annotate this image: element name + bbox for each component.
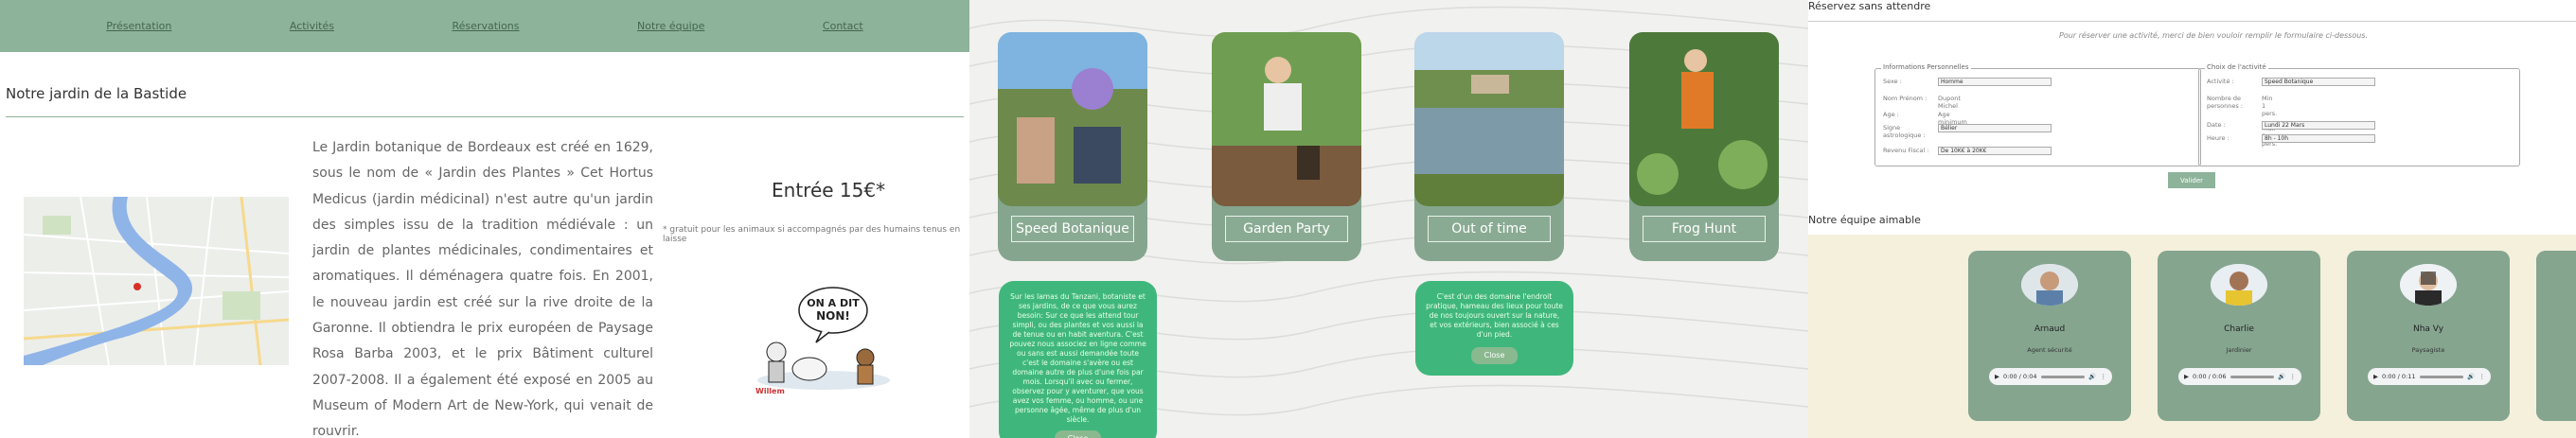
activity-popup-speed-botanique: Sur les lamas du Tanzani, botaniste et s… <box>999 281 1157 438</box>
activite-label: Activité : <box>2207 78 2234 85</box>
svg-text:ON A DIT: ON A DIT <box>807 297 860 309</box>
pond-photo <box>1414 32 1564 206</box>
activite-select[interactable]: Speed Botanique <box>2262 78 2375 86</box>
member-role: Agent sécurité <box>2027 346 2072 354</box>
nav-activites-link[interactable]: Activités <box>290 20 334 32</box>
activity-card-speed-botanique: Speed Botanique <box>998 32 1147 261</box>
activity-button-out-of-time[interactable]: Out of time <box>1428 216 1551 242</box>
member-role: Jardinier <box>2226 346 2252 354</box>
cartoon-image: ON A DIT NON! Willem <box>748 274 899 397</box>
reservation-section: Réservez sans attendre Pour réserver une… <box>1808 0 2576 438</box>
nom-label: Nom Prénom : <box>1883 95 1928 102</box>
team-member-card <box>2536 251 2576 421</box>
play-icon[interactable]: ▶ <box>1995 373 1999 380</box>
popup-text: C'est d'un des domaine l'endroit pratiqu… <box>1426 292 1563 339</box>
nav-presentation-link[interactable]: Présentation <box>106 20 171 32</box>
age-label: Age : <box>1883 111 1899 118</box>
date-select[interactable]: Lundi 22 Mars <box>2262 121 2375 130</box>
avatar <box>2400 264 2457 306</box>
signe-select[interactable]: Bélier <box>1938 124 2052 132</box>
play-icon[interactable]: ▶ <box>2373 373 2378 380</box>
popup-text: Sur les lamas du Tanzani, botaniste et s… <box>1009 292 1146 424</box>
reservation-title: Réservez sans attendre <box>1808 0 1931 12</box>
entry-price: Entrée 15€* <box>772 179 886 201</box>
activity-legend: Choix de l'activité <box>2205 63 2268 71</box>
entry-note: * gratuit pour les animaux si accompagné… <box>663 225 961 244</box>
member-name: Charlie <box>2224 324 2254 334</box>
member-name: Arnaud <box>2034 324 2066 334</box>
audio-time: 0:00 / 0:11 <box>2382 373 2416 380</box>
nombre-label: Nombre de personnes : <box>2207 95 2244 110</box>
audio-player[interactable]: ▶ 0:00 / 0:11 🔊 ⋮ <box>2368 368 2491 385</box>
signe-label: Signe astrologique : <box>1883 124 1926 139</box>
play-icon[interactable]: ▶ <box>2184 373 2189 380</box>
gardening-photo <box>1212 32 1361 206</box>
volume-icon[interactable]: 🔊 <box>2088 373 2096 380</box>
activity-button-garden-party[interactable]: Garden Party <box>1225 216 1348 242</box>
team-title: Notre équipe aimable <box>1808 214 1921 226</box>
activity-choice-fieldset: Choix de l'activité Activité : Speed Bota… <box>2198 63 2520 166</box>
activity-button-speed-botanique[interactable]: Speed Botanique <box>1011 216 1134 242</box>
sexe-label: Sexe : <box>1883 78 1902 85</box>
audio-progress[interactable] <box>2040 375 2086 378</box>
team-member-card: Charlie Jardinier ▶ 0:00 / 0:06 🔊 ⋮ <box>2158 251 2320 421</box>
date-label: Date : <box>2207 121 2226 129</box>
popup-close-button[interactable]: Close <box>1470 347 1519 364</box>
audio-progress[interactable] <box>2230 375 2275 378</box>
team-member-card: Nha Vy Paysagiste ▶ 0:00 / 0:11 🔊 ⋮ <box>2347 251 2510 421</box>
heure-select[interactable]: 8h - 10h <box>2262 134 2375 143</box>
card-fill <box>2536 251 2576 421</box>
garden-description: Le Jardin botanique de Bordeaux est créé… <box>312 140 653 438</box>
team-member-card: Arnaud Agent sécurité ▶ 0:00 / 0:04 🔊 ⋮ <box>1968 251 2131 421</box>
audio-time: 0:00 / 0:06 <box>2193 373 2227 380</box>
more-icon[interactable]: ⋮ <box>2290 373 2297 380</box>
audio-progress[interactable] <box>2419 375 2464 378</box>
garden-title: Notre jardin de la Bastide <box>6 85 187 102</box>
nav-contact-link[interactable]: Contact <box>823 20 863 32</box>
location-map[interactable] <box>24 197 289 365</box>
audio-player[interactable]: ▶ 0:00 / 0:04 🔊 ⋮ <box>1989 368 2112 385</box>
svg-text:NON!: NON! <box>816 309 850 323</box>
personal-info-fieldset: Informations Personnelles Sexe : Homme No… <box>1874 63 2201 166</box>
divider <box>1808 21 2576 22</box>
divider <box>6 116 964 117</box>
revenu-select[interactable]: De 10K€ à 20K€ <box>1938 147 2052 155</box>
activity-button-frog-hunt[interactable]: Frog Hunt <box>1643 216 1766 242</box>
page: Présentation Activités Réservations Notr… <box>0 0 2576 438</box>
more-icon[interactable]: ⋮ <box>2101 373 2107 380</box>
avatar <box>2021 264 2078 306</box>
avatar <box>2211 264 2267 306</box>
reservation-intro: Pour réserver une activité, merci de bie… <box>2059 31 2369 40</box>
popup-close-button[interactable]: Close <box>1054 430 1102 438</box>
nom-input[interactable]: Dupont Michel <box>1938 95 1961 110</box>
activity-card-out-of-time: Out of time <box>1414 32 1564 261</box>
activities-section: Speed Botanique Garden Party Out of time… <box>969 0 1808 438</box>
personal-legend: Informations Personnelles <box>1881 63 1971 71</box>
submit-button[interactable]: Valider <box>2168 172 2215 188</box>
festival-photo <box>998 32 1147 206</box>
audio-player[interactable]: ▶ 0:00 / 0:06 🔊 ⋮ <box>2178 368 2301 385</box>
nav-equipe-link[interactable]: Notre équipe <box>637 20 704 32</box>
revenu-label: Revenu Fiscal : <box>1883 147 1929 154</box>
top-nav: Présentation Activités Réservations Notr… <box>0 0 969 52</box>
heure-label: Heure : <box>2207 134 2230 142</box>
more-icon[interactable]: ⋮ <box>2479 373 2486 380</box>
volume-icon[interactable]: 🔊 <box>2278 373 2285 380</box>
nav-reservations-link[interactable]: Réservations <box>453 20 520 32</box>
member-name: Nha Vy <box>2412 324 2444 334</box>
lilypad-photo <box>1629 32 1779 206</box>
activity-card-garden-party: Garden Party <box>1212 32 1361 261</box>
volume-icon[interactable]: 🔊 <box>2467 373 2475 380</box>
activity-card-frog-hunt: Frog Hunt <box>1629 32 1779 261</box>
garden-section: Présentation Activités Réservations Notr… <box>0 0 969 438</box>
audio-time: 0:00 / 0:04 <box>2003 373 2037 380</box>
member-role: Paysagiste <box>2411 346 2445 354</box>
sexe-select[interactable]: Homme <box>1938 78 2052 86</box>
svg-text:Willem: Willem <box>755 387 785 395</box>
activity-popup-out-of-time: C'est d'un des domaine l'endroit pratiqu… <box>1415 281 1573 376</box>
